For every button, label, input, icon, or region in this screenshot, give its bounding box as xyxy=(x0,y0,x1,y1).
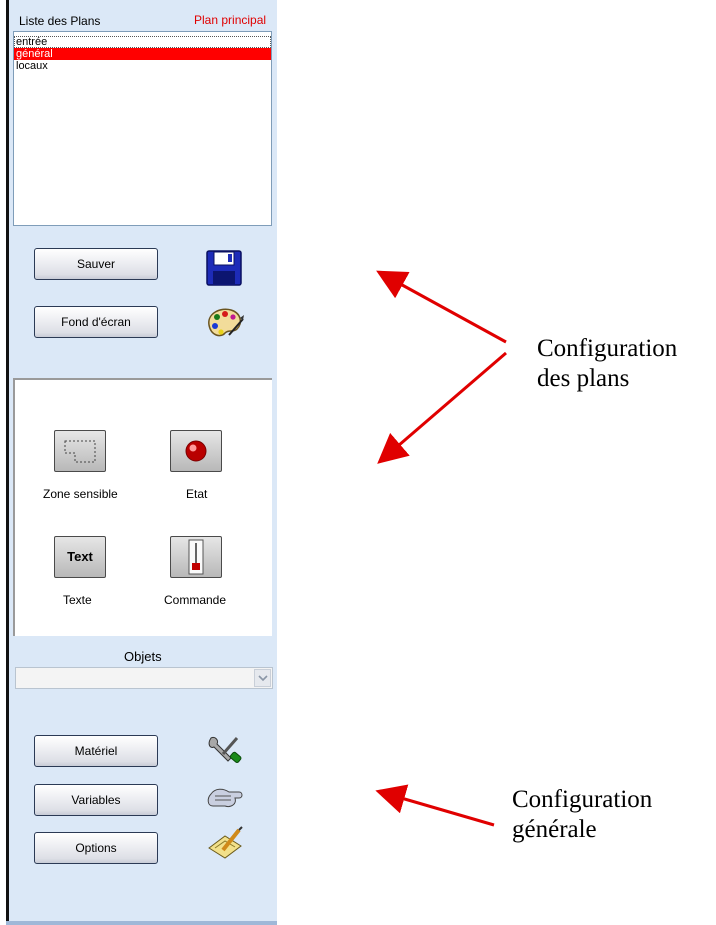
general-annotation-line2: générale xyxy=(512,816,597,843)
plans-annotation-line2: des plans xyxy=(537,365,630,392)
plans-annotation-line1: Configuration xyxy=(537,335,678,362)
general-annotation-line1: Configuration xyxy=(512,786,653,813)
